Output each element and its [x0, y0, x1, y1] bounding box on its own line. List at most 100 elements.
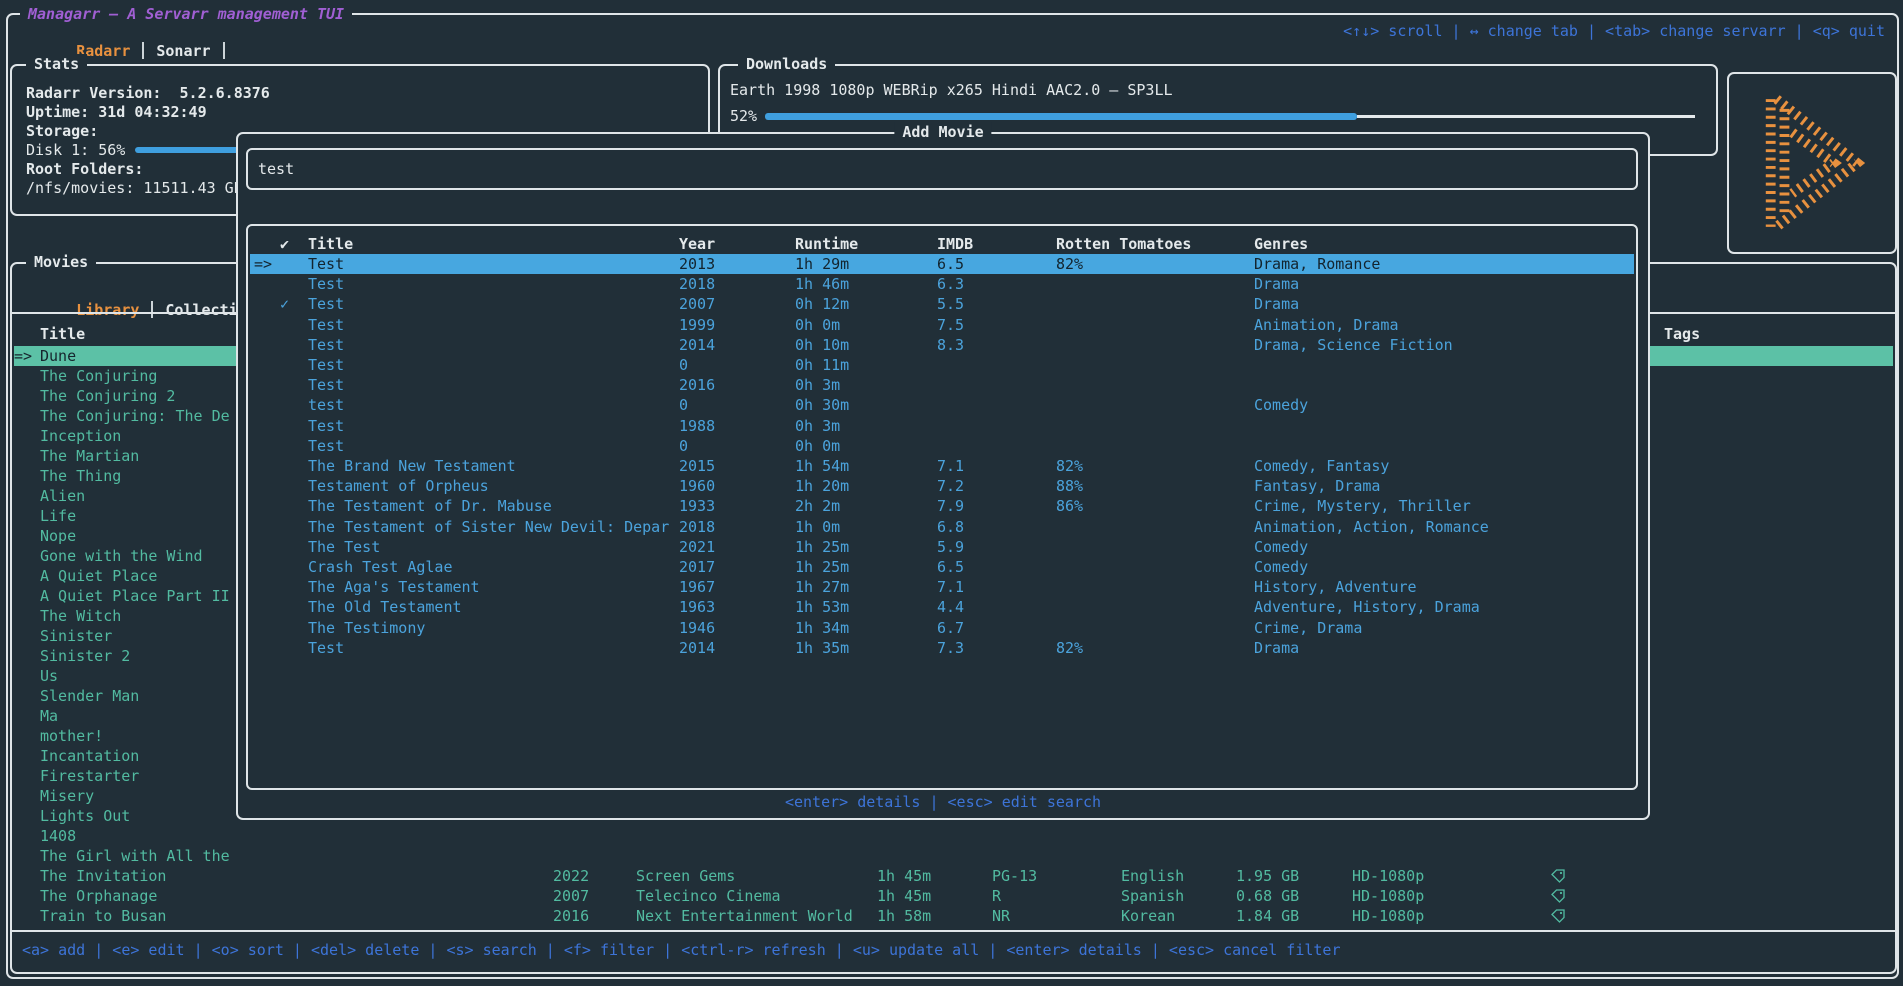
result-title: The Old Testament	[308, 597, 462, 617]
result-runtime: 0h 12m	[795, 294, 849, 314]
movie-language: English	[1121, 866, 1184, 886]
movie-title: The Witch	[40, 606, 121, 626]
result-row[interactable]: Test20181h 46m6.3Drama	[250, 274, 1634, 294]
result-title: The Test	[308, 537, 380, 557]
download-percent: 52%	[730, 106, 757, 126]
movie-search-input[interactable]	[256, 152, 1632, 186]
result-year: 2007	[679, 294, 715, 314]
movie-title: Sinister	[40, 626, 112, 646]
result-runtime: 0h 0m	[795, 315, 840, 335]
result-row[interactable]: ✓Test20070h 12m5.5Drama	[250, 294, 1634, 314]
column-header-runtime: Runtime	[795, 234, 858, 254]
result-runtime: 0h 10m	[795, 335, 849, 355]
result-row-selected[interactable]: =>Test20131h 29m6.582%Drama, Romance	[250, 254, 1634, 274]
result-imdb: 7.2	[937, 476, 964, 496]
movie-title: A Quiet Place Part II	[40, 586, 230, 606]
result-year: 1960	[679, 476, 715, 496]
uptime: Uptime: 31d 04:32:49	[26, 103, 321, 122]
movie-row[interactable]: Train to Busan2016Next Entertainment Wor…	[14, 906, 1893, 926]
movie-size: 1.95 GB	[1236, 866, 1299, 886]
result-year: 2013	[679, 254, 715, 274]
result-row[interactable]: The Testament of Sister New Devil: Depar…	[250, 517, 1634, 537]
result-year: 2017	[679, 557, 715, 577]
result-title: Test	[308, 294, 344, 314]
movie-title: Ma	[40, 706, 58, 726]
add-movie-modal-title: Add Movie	[894, 122, 991, 142]
radarr-version: Radarr Version: 5.2.6.8376	[26, 84, 321, 103]
result-row[interactable]: The Aga's Testament19671h 27m7.1History,…	[250, 577, 1634, 597]
result-title: Testament of Orpheus	[308, 476, 489, 496]
result-runtime: 0h 11m	[795, 355, 849, 375]
result-genres: Drama, Science Fiction	[1254, 335, 1453, 355]
result-row[interactable]: The Old Testament19631h 53m4.4Adventure,…	[250, 597, 1634, 617]
result-row[interactable]: The Brand New Testament20151h 54m7.182%C…	[250, 456, 1634, 476]
result-title: The Testament of Sister New Devil: Depar	[308, 517, 669, 537]
modal-keybind-hints: <enter> details | <esc> edit search	[238, 792, 1648, 812]
download-progress-remainder	[1357, 115, 1695, 118]
tag-icon	[1551, 886, 1565, 906]
result-row[interactable]: Test00h 0m	[250, 436, 1634, 456]
check-column-header: ✔	[280, 234, 289, 254]
result-row[interactable]: The Testimony19461h 34m6.7Crime, Drama	[250, 618, 1634, 638]
result-runtime: 0h 3m	[795, 375, 840, 395]
disk-usage-label: Disk 1: 56%	[26, 141, 125, 159]
result-runtime: 0h 0m	[795, 436, 840, 456]
result-imdb: 6.3	[937, 274, 964, 294]
result-runtime: 1h 46m	[795, 274, 849, 294]
stats-panel-title: Stats	[26, 54, 87, 74]
result-genres: Comedy	[1254, 395, 1308, 415]
result-year: 2014	[679, 638, 715, 658]
result-row[interactable]: Crash Test Aglae20171h 25m6.5Comedy	[250, 557, 1634, 577]
result-runtime: 0h 3m	[795, 416, 840, 436]
tab-separator	[142, 42, 144, 59]
movie-row[interactable]: The Orphanage2007Telecinco Cinema1h 45mR…	[14, 886, 1893, 906]
result-rotten-tomatoes: 82%	[1056, 456, 1083, 476]
result-year: 1963	[679, 597, 715, 617]
result-rotten-tomatoes: 88%	[1056, 476, 1083, 496]
movie-size: 1.84 GB	[1236, 906, 1299, 926]
result-row[interactable]: Test20141h 35m7.382%Drama	[250, 638, 1634, 658]
column-header-tags: Tags	[1664, 324, 1700, 344]
tab-sonarr[interactable]: Sonarr	[156, 42, 210, 60]
download-item-name: Earth 1998 1080p WEBRip x265 Hindi AAC2.…	[730, 80, 1173, 100]
result-row[interactable]: Test20140h 10m8.3Drama, Science Fiction	[250, 335, 1634, 355]
result-runtime: 0h 30m	[795, 395, 849, 415]
movie-title: A Quiet Place	[40, 566, 157, 586]
result-imdb: 8.3	[937, 335, 964, 355]
movie-title: Train to Busan	[40, 906, 166, 926]
hints-divider	[12, 930, 1895, 932]
top-keybind-hints: <↑↓> scroll | ↔ change tab | <tab> chang…	[1343, 21, 1885, 41]
results-table: ✔ Title Year Runtime IMDB Rotten Tomatoe…	[246, 224, 1638, 790]
result-imdb: 7.1	[937, 456, 964, 476]
result-row[interactable]: Test19990h 0m7.5Animation, Drama	[250, 315, 1634, 335]
result-runtime: 1h 34m	[795, 618, 849, 638]
result-row[interactable]: Test20160h 3m	[250, 375, 1634, 395]
result-runtime: 1h 29m	[795, 254, 849, 274]
movie-title: Slender Man	[40, 686, 139, 706]
result-row[interactable]: Test19880h 3m	[250, 416, 1634, 436]
movie-row[interactable]: The Invitation2022Screen Gems1h 45mPG-13…	[14, 866, 1893, 886]
result-genres: Adventure, History, Drama	[1254, 597, 1480, 617]
movie-runtime: 1h 45m	[877, 886, 931, 906]
tag-icon	[1551, 866, 1565, 886]
result-row[interactable]: The Testament of Dr. Mabuse19332h 2m7.98…	[250, 496, 1634, 516]
tab-separator	[223, 42, 225, 59]
movie-row[interactable]: The Girl with All the	[14, 846, 1893, 866]
result-year: 2018	[679, 274, 715, 294]
result-title: The Testament of Dr. Mabuse	[308, 496, 552, 516]
movie-row[interactable]: 1408	[14, 826, 1893, 846]
result-genres: History, Adventure	[1254, 577, 1417, 597]
result-genres: Comedy, Fantasy	[1254, 456, 1389, 476]
result-genres: Fantasy, Drama	[1254, 476, 1380, 496]
result-title: Test	[308, 375, 344, 395]
result-row[interactable]: test00h 30mComedy	[250, 395, 1634, 415]
result-row[interactable]: The Test20211h 25m5.9Comedy	[250, 537, 1634, 557]
result-row[interactable]: Test00h 11m	[250, 355, 1634, 375]
result-title: Test	[308, 335, 344, 355]
tab-library[interactable]: Library	[76, 301, 139, 319]
result-runtime: 1h 53m	[795, 597, 849, 617]
result-rotten-tomatoes: 82%	[1056, 254, 1083, 274]
result-row[interactable]: Testament of Orpheus19601h 20m7.288%Fant…	[250, 476, 1634, 496]
result-genres: Drama	[1254, 294, 1299, 314]
movie-certification: PG-13	[992, 866, 1037, 886]
